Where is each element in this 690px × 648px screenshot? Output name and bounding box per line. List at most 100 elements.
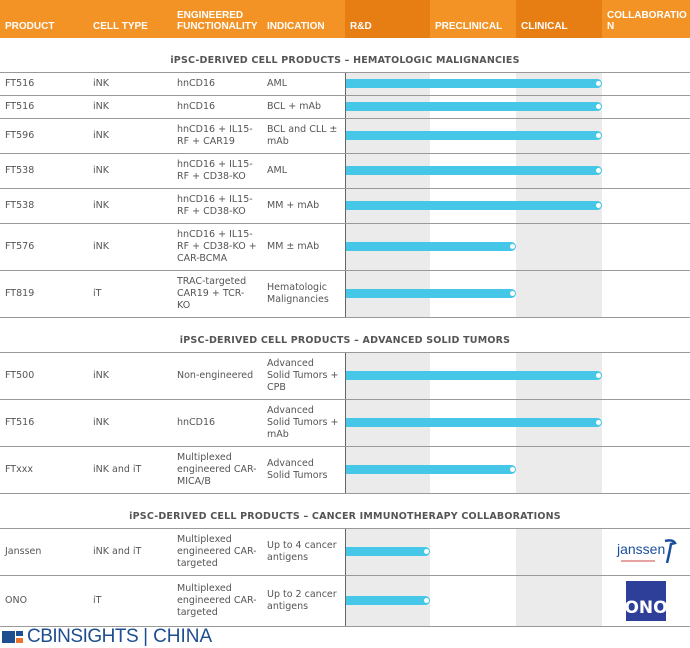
stage-track	[345, 224, 602, 270]
cell-product: FT576	[0, 224, 88, 270]
cell-indication: Hematologic Malignancies	[262, 271, 345, 317]
functionality-text: hnCD16 + IL15-RF + CD38-KO	[177, 194, 253, 217]
indication-text: AML	[267, 165, 287, 176]
cell-cell-type: iT	[88, 576, 172, 626]
stage-track	[345, 189, 602, 223]
stage-track	[345, 73, 602, 95]
progress-bar	[346, 102, 602, 111]
indication-text: Advanced Solid Tumors + CPB	[267, 358, 339, 393]
product-text: FTxxx	[5, 464, 33, 475]
cell-product: FT516	[0, 73, 88, 95]
col-clinical: CLINICAL	[516, 0, 602, 38]
stage-track	[345, 447, 602, 493]
cell-cell-type: iNK	[88, 154, 172, 188]
product-text: FT576	[5, 241, 35, 252]
col-collaboration: COLLABORATIO N	[607, 10, 687, 32]
product-text: ONO	[5, 595, 28, 606]
cell-product: FT819	[0, 271, 88, 317]
indication-text: MM ± mAb	[267, 241, 320, 252]
cell-product: FT538	[0, 154, 88, 188]
indication-text: AML	[267, 78, 287, 89]
table-row: FT538 iNK hnCD16 + IL15-RF + CD38-KO MM + m…	[0, 189, 690, 224]
cell-functionality: hnCD16 + IL15-RF + CD38-KO	[172, 154, 262, 188]
table-row: FT596 iNK hnCD16 + IL15-RF + CAR19 BCL and …	[0, 119, 690, 154]
functionality-text: hnCD16 + IL15-RF + CD38-KO + CAR-BCMA	[177, 229, 257, 264]
product-text: FT538	[5, 200, 35, 211]
cell-product: Janssen	[0, 529, 88, 575]
collaborator-logo	[602, 119, 690, 153]
cell-type-text: iNK	[93, 101, 109, 112]
cell-type-text: iNK	[93, 241, 109, 252]
cell-indication: MM + mAb	[262, 189, 345, 223]
indication-text: Up to 4 cancer antigens	[267, 540, 337, 563]
cell-functionality: hnCD16	[172, 73, 262, 95]
cell-functionality: hnCD16 + IL15-RF + CD38-KO + CAR-BCMA	[172, 224, 262, 270]
functionality-text: TRAC-targeted CAR19 + TCR-KO	[177, 276, 247, 311]
cell-type-text: iT	[93, 595, 102, 606]
collaborator-logo	[602, 73, 690, 95]
cell-cell-type: iNK and iT	[88, 529, 172, 575]
table-row: FT516 iNK hnCD16 AML	[0, 73, 690, 96]
collaborator-logo	[602, 271, 690, 317]
product-text: FT596	[5, 130, 35, 141]
progress-bar	[346, 596, 430, 605]
product-text: Janssen	[5, 546, 42, 557]
cell-indication: BCL and CLL ± mAb	[262, 119, 345, 153]
indication-text: Hematologic Malignancies	[267, 282, 329, 305]
table-row: FT500 iNK Non-engineered Advanced Solid Tum…	[0, 353, 690, 400]
cell-product: ONO	[0, 576, 88, 626]
table-row: ONO iT Multiplexed engineered CAR-targeted…	[0, 576, 690, 627]
cell-cell-type: iNK	[88, 353, 172, 399]
table-row: FT538 iNK hnCD16 + IL15-RF + CD38-KO AML	[0, 154, 690, 189]
cell-functionality: Non-engineered	[172, 353, 262, 399]
functionality-text: Multiplexed engineered CAR-targeted	[177, 534, 257, 569]
cell-product: FT538	[0, 189, 88, 223]
functionality-text: hnCD16	[177, 417, 216, 428]
cell-indication: Advanced Solid Tumors + CPB	[262, 353, 345, 399]
col-functionality: ENGINEERED FUNCTIONALITY	[177, 10, 258, 32]
functionality-text: Multiplexed engineered CAR-MICA/B	[177, 452, 257, 487]
progress-bar	[346, 242, 516, 251]
cell-type-text: iNK	[93, 78, 109, 89]
cbinsights-mark-icon	[2, 631, 23, 643]
cell-indication: Advanced Solid Tumors	[262, 447, 345, 493]
table-row: FT516 iNK hnCD16 Advanced Solid Tumors + mA…	[0, 400, 690, 447]
indication-text: BCL + mAb	[267, 101, 322, 112]
cell-functionality: Multiplexed engineered CAR-MICA/B	[172, 447, 262, 493]
progress-bar	[346, 465, 516, 474]
col-indication: INDICATION	[267, 21, 325, 32]
cell-functionality: Multiplexed engineered CAR-targeted	[172, 529, 262, 575]
functionality-text: hnCD16 + IL15-RF + CAR19	[177, 124, 253, 147]
indication-text: Up to 2 cancer antigens	[267, 589, 337, 612]
cell-type-text: iNK and iT	[93, 464, 142, 475]
indication-text: Advanced Solid Tumors + mAb	[267, 405, 339, 440]
col-preclinical: PRECLINICAL	[435, 21, 503, 32]
cell-functionality: hnCD16 + IL15-RF + CD38-KO	[172, 189, 262, 223]
cell-indication: AML	[262, 73, 345, 95]
cell-indication: Up to 2 cancer antigens	[262, 576, 345, 626]
ono-logo-icon: ONO	[626, 581, 666, 621]
section-heading: iPSC-DERIVED CELL PRODUCTS – HEMATOLOGIC…	[0, 38, 690, 73]
cell-cell-type: iT	[88, 271, 172, 317]
cell-cell-type: iNK	[88, 400, 172, 446]
collaborator-logo: janssen	[602, 529, 690, 575]
product-text: FT500	[5, 370, 35, 381]
functionality-text: Multiplexed engineered CAR-targeted	[177, 583, 257, 618]
progress-bar	[346, 547, 430, 556]
table-row: FT516 iNK hnCD16 BCL + mAb	[0, 96, 690, 119]
cell-functionality: hnCD16	[172, 400, 262, 446]
cell-indication: Up to 4 cancer antigens	[262, 529, 345, 575]
collaborator-logo	[602, 189, 690, 223]
section-heading: iPSC-DERIVED CELL PRODUCTS – CANCER IMMU…	[0, 494, 690, 529]
cell-indication: BCL + mAb	[262, 96, 345, 118]
progress-bar	[346, 131, 602, 140]
region-text: CHINA	[153, 626, 213, 647]
stage-track	[345, 271, 602, 317]
cell-type-text: iNK	[93, 200, 109, 211]
cell-cell-type: iNK	[88, 73, 172, 95]
collaborator-logo	[602, 447, 690, 493]
cell-product: FT516	[0, 400, 88, 446]
product-text: FT516	[5, 417, 35, 428]
table-row: FT576 iNK hnCD16 + IL15-RF + CD38-KO + CAR…	[0, 224, 690, 271]
progress-bar	[346, 79, 602, 88]
